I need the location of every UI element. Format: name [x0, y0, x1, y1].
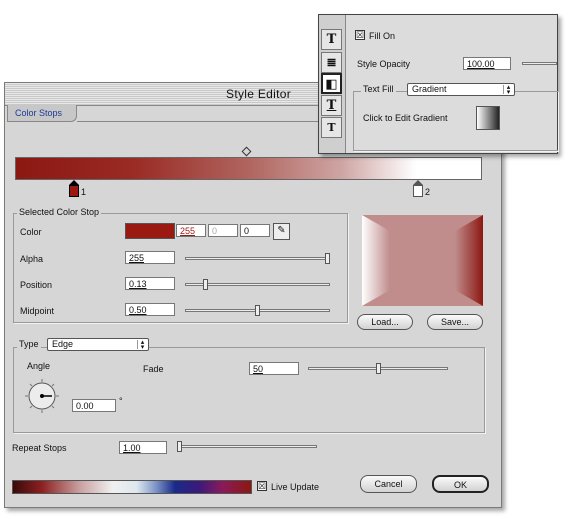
alpha-slider-thumb[interactable] — [325, 253, 330, 264]
alpha-field[interactable]: 255 — [125, 251, 175, 264]
angle-label: Angle — [27, 361, 51, 371]
cancel-button[interactable]: Cancel — [360, 475, 417, 493]
text-tab-icon[interactable]: T — [321, 29, 342, 50]
position-label: Position — [20, 280, 53, 290]
midpoint-diamond-handle[interactable] — [241, 146, 252, 157]
color-label: Color — [20, 227, 42, 237]
color-stop-2-marker[interactable] — [413, 180, 423, 197]
outline-tab-icon[interactable]: T — [321, 95, 342, 116]
shadow-tab-icon[interactable]: T — [321, 117, 342, 138]
position-field[interactable]: 0.13 — [125, 277, 175, 290]
midpoint-slider-thumb[interactable] — [255, 305, 260, 316]
save-button[interactable]: Save... — [427, 314, 483, 330]
color-swatch[interactable] — [125, 223, 175, 239]
gradient-preview — [362, 215, 483, 306]
load-button[interactable]: Load... — [357, 314, 413, 330]
midpoint-label: Midpoint — [20, 306, 55, 316]
panel-tab-column: T ≣ ◧ T T — [319, 15, 346, 153]
fill-on-label: Fill On — [369, 31, 396, 41]
repeat-stops-field[interactable]: 1.00 — [119, 441, 167, 454]
color-stop-2-label: 2 — [425, 187, 431, 197]
live-update-checkbox[interactable]: ☒ — [257, 481, 267, 491]
style-opacity-slider[interactable] — [522, 62, 557, 65]
alpha-label: Alpha — [20, 254, 44, 264]
fill-tab-icon[interactable]: ◧ — [321, 73, 342, 94]
midpoint-field[interactable]: 0.50 — [125, 303, 175, 316]
window-title: Style Editor — [226, 87, 291, 101]
paragraph-tab-icon[interactable]: ≣ — [321, 52, 342, 73]
repeat-stops-slider[interactable] — [177, 445, 317, 448]
type-popup[interactable]: Edge ▴ ▾ — [47, 338, 149, 351]
repeat-stops-slider-thumb[interactable] — [177, 441, 182, 452]
angle-field[interactable]: 0.00 — [72, 399, 116, 412]
color-stop-1-label: 1 — [81, 187, 87, 197]
ok-button[interactable]: OK — [432, 475, 489, 493]
live-update-label: Live Update — [271, 482, 320, 492]
text-style-panel: T ≣ ◧ T T ☒ Fill On Style Opacity 100.00… — [318, 14, 558, 154]
text-fill-label: Text Fill — [361, 84, 396, 94]
style-opacity-label: Style Opacity — [357, 59, 411, 69]
type-label: Type — [17, 339, 41, 349]
gradient-swatch-button[interactable] — [476, 106, 500, 130]
fade-label: Fade — [143, 364, 164, 374]
eyedropper-icon[interactable]: ✎ — [273, 223, 290, 240]
color-stop-1-marker[interactable] — [69, 180, 79, 197]
text-fill-popup[interactable]: Gradient ▴ ▾ — [407, 83, 515, 96]
style-opacity-field[interactable]: 100.00 — [463, 57, 511, 70]
red-field[interactable]: 255 — [176, 224, 206, 237]
selected-color-stop-title: Selected Color Stop — [17, 207, 102, 217]
green-field[interactable]: 0 — [208, 224, 238, 237]
blue-field[interactable]: 0 — [240, 224, 270, 237]
fade-slider-thumb[interactable] — [376, 363, 381, 374]
degree-symbol: ° — [119, 396, 123, 406]
fade-field[interactable]: 50 — [249, 362, 299, 375]
tab-color-stops[interactable]: Color Stops — [7, 105, 77, 122]
gradient-bar[interactable] — [15, 157, 482, 180]
fill-on-checkbox[interactable]: ☒ — [355, 30, 365, 40]
edit-gradient-label: Click to Edit Gradient — [363, 113, 448, 123]
position-slider-thumb[interactable] — [203, 279, 208, 290]
gradient-overview-strip — [12, 480, 252, 494]
type-group — [13, 347, 485, 433]
repeat-stops-label: Repeat Stops — [12, 443, 67, 453]
alpha-slider[interactable] — [185, 257, 330, 260]
angle-dial[interactable] — [24, 378, 60, 414]
